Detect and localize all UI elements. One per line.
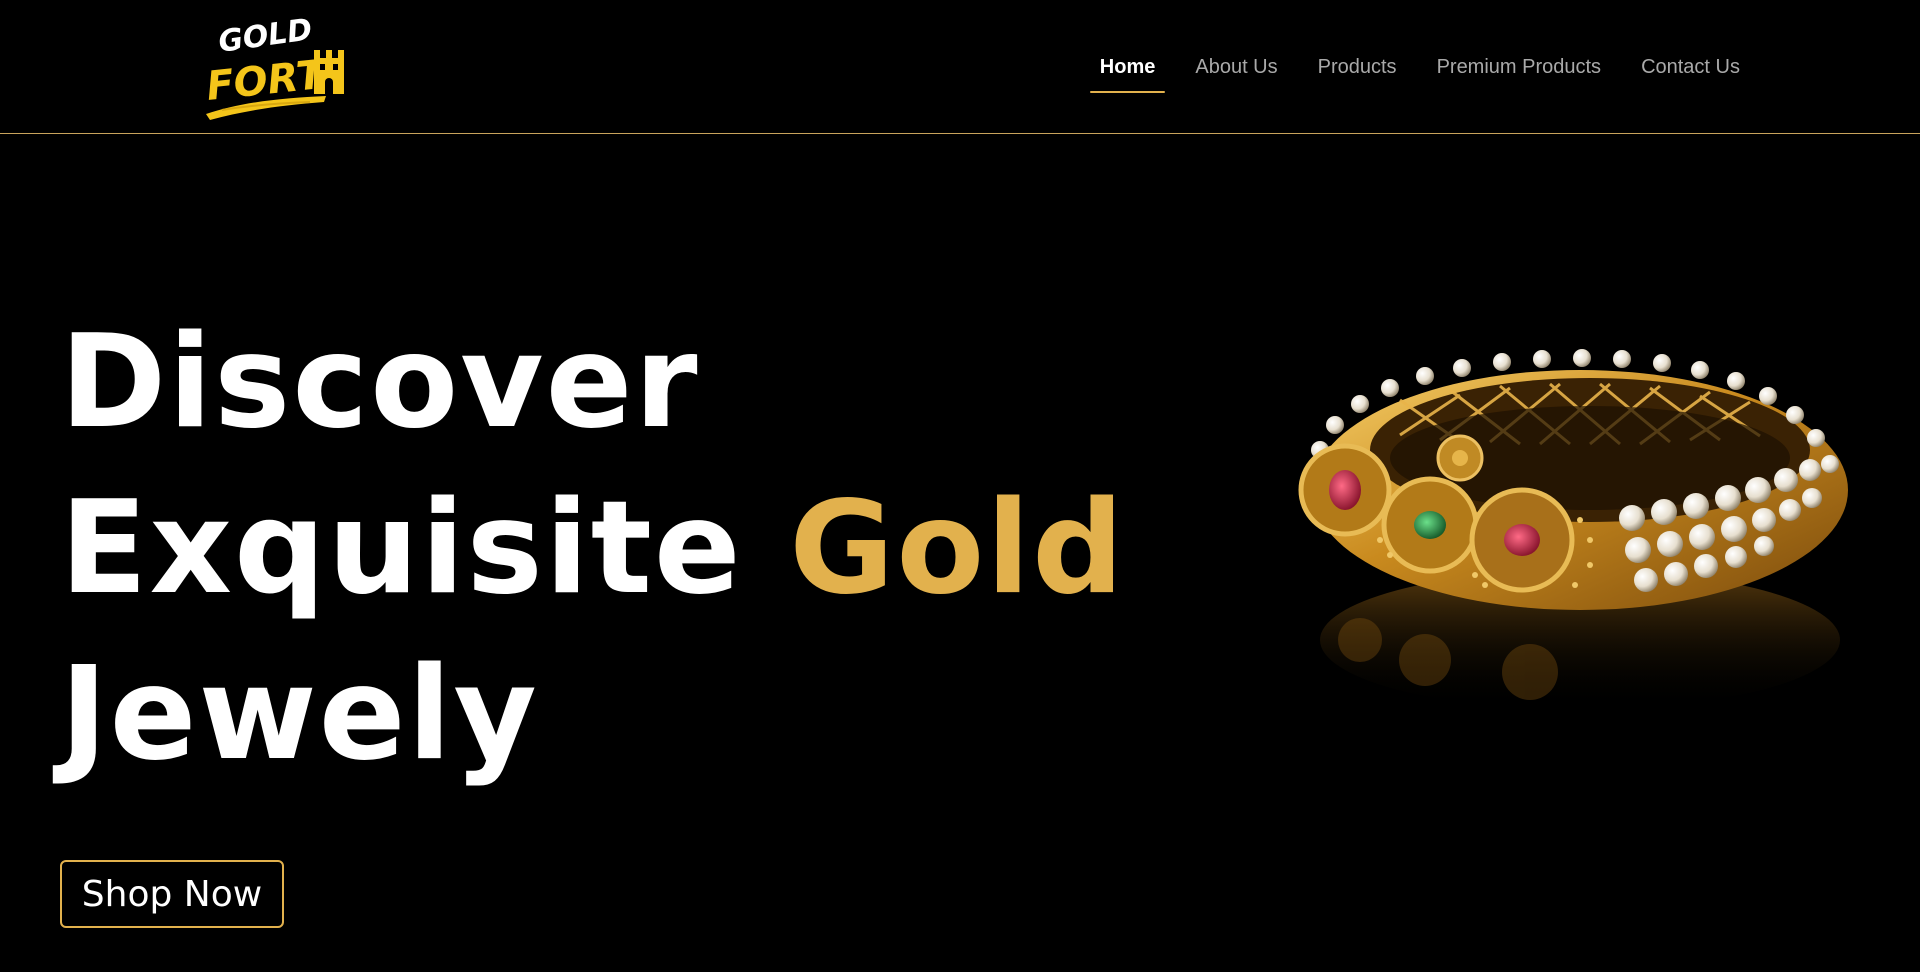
hero-word-exquisite: Exquisite — [60, 474, 743, 623]
hero-line-3: Jewely — [60, 640, 539, 789]
gold-bangle-image — [1290, 340, 1850, 750]
nav-about-us[interactable]: About Us — [1175, 46, 1297, 93]
hero-line-1: Discover — [60, 308, 700, 457]
shop-now-button[interactable]: Shop Now — [60, 860, 284, 928]
site-header: GOLD FORT Home About Us Products Premium… — [0, 0, 1920, 134]
nav-home[interactable]: Home — [1080, 46, 1176, 93]
castle-icon — [314, 50, 344, 94]
hero-word-gold: Gold — [789, 474, 1126, 623]
hero-heading: Discover Exquisite Gold Jewely — [60, 300, 1126, 798]
main-nav: Home About Us Products Premium Products … — [1080, 46, 1760, 96]
nav-products[interactable]: Products — [1298, 46, 1417, 93]
svg-text:GOLD: GOLD — [216, 12, 314, 60]
nav-premium-products[interactable]: Premium Products — [1417, 46, 1622, 93]
hero-line-2: Exquisite Gold — [60, 466, 1126, 632]
nav-contact-us[interactable]: Contact Us — [1621, 46, 1760, 93]
gold-fort-logo[interactable]: GOLD FORT — [202, 10, 352, 125]
